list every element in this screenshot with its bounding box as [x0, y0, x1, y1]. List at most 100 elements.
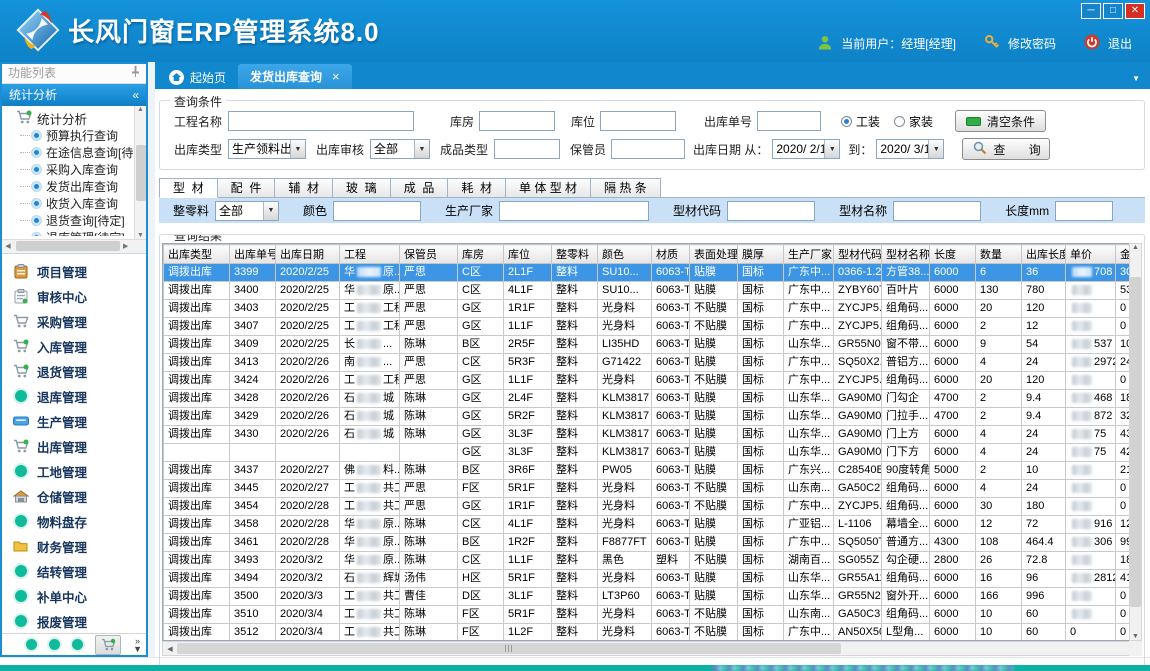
- sidebar-module-生产管理[interactable]: 生产管理: [2, 409, 146, 434]
- column-header[interactable]: 出库单号: [230, 245, 276, 264]
- radio-industrial[interactable]: 工装: [841, 113, 880, 130]
- tree-item[interactable]: 预算执行查询: [2, 127, 146, 144]
- column-header[interactable]: 工程: [340, 245, 400, 264]
- scroll-left-icon[interactable]: ◀: [163, 645, 177, 653]
- column-header[interactable]: 出库长度: [1022, 245, 1066, 264]
- table-row[interactable]: 调拨出库34132020/2/26南...严思C区5R3F整料G71422606…: [164, 354, 1141, 372]
- column-header[interactable]: 表面处理: [690, 245, 738, 264]
- column-header[interactable]: 型材名称: [882, 245, 930, 264]
- tree-item[interactable]: 发货出库查询: [2, 178, 146, 195]
- maximize-icon[interactable]: □: [1103, 3, 1123, 19]
- sidebar-module-采购管理[interactable]: 采购管理: [2, 309, 146, 334]
- scroll-up-icon[interactable]: ▲: [137, 106, 144, 113]
- minimize-icon[interactable]: ─: [1081, 3, 1101, 19]
- column-header[interactable]: 膜厚: [738, 245, 784, 264]
- material-tab[interactable]: 型 材: [159, 178, 218, 198]
- scrollbar-thumb[interactable]: [177, 643, 841, 654]
- filter-input[interactable]: [499, 201, 649, 221]
- tab-list-dropdown-icon[interactable]: ▼: [1132, 74, 1150, 89]
- tree-horizontal-scrollbar[interactable]: ◀ ▶: [2, 239, 146, 253]
- module-dot-icon[interactable]: [72, 639, 83, 650]
- tree-item[interactable]: 退货查询[待定]: [2, 212, 146, 229]
- material-tab[interactable]: 成 品: [390, 178, 449, 197]
- table-row[interactable]: 调拨出库34612020/2/28华原...陈琳B区1R2F整料F8877FT6…: [164, 534, 1141, 552]
- module-dot-icon[interactable]: [26, 639, 37, 650]
- column-header[interactable]: 型材代码: [834, 245, 882, 264]
- sidebar-module-仓储管理[interactable]: 仓储管理: [2, 484, 146, 509]
- table-row[interactable]: 调拨出库34282020/2/26石城陈琳G区2L4F整料KLM38176063…: [164, 390, 1141, 408]
- out-type-select[interactable]: 生产领料出库 ▼: [228, 139, 306, 159]
- sidebar-module-报废管理[interactable]: 报废管理: [2, 609, 146, 633]
- radio-home[interactable]: 家装: [894, 113, 933, 130]
- search-button[interactable]: 查 询: [962, 138, 1050, 160]
- scroll-right-icon[interactable]: ▶: [120, 242, 132, 250]
- sidebar-module-入库管理[interactable]: 入库管理: [2, 334, 146, 359]
- logout-button[interactable]: 退出: [1108, 35, 1132, 52]
- column-header[interactable]: 颜色: [598, 245, 652, 264]
- tree-item[interactable]: 退库管理[待定]: [2, 229, 146, 236]
- column-header[interactable]: 单价: [1066, 245, 1116, 264]
- material-tab[interactable]: 单 体 型 材: [505, 178, 591, 197]
- scrollbar-thumb[interactable]: [16, 241, 120, 251]
- collapse-icon[interactable]: «: [132, 84, 139, 106]
- filter-input[interactable]: [1055, 201, 1113, 221]
- sidebar-module-退货管理[interactable]: 退货管理: [2, 359, 146, 384]
- material-tab[interactable]: 辅 材: [274, 178, 333, 197]
- sidebar-module-审核中心[interactable]: 审核中心: [2, 284, 146, 309]
- material-tab[interactable]: 耗 材: [447, 178, 506, 197]
- sidebar-module-物料盘存[interactable]: 物料盘存: [2, 509, 146, 534]
- date-from-select[interactable]: 2020/ 2/16 ▼: [772, 139, 840, 159]
- close-icon[interactable]: ✕: [1125, 3, 1145, 19]
- filter-select[interactable]: 全部▼: [215, 201, 279, 221]
- column-header[interactable]: 出库类型: [164, 245, 230, 264]
- sidebar-module-财务管理[interactable]: 财务管理: [2, 534, 146, 559]
- audit-select[interactable]: 全部 ▼: [370, 139, 430, 159]
- warehouse-input[interactable]: [479, 111, 555, 131]
- filter-input[interactable]: [727, 201, 815, 221]
- column-header[interactable]: 库房: [458, 245, 504, 264]
- scroll-up-icon[interactable]: ▲: [1132, 244, 1139, 251]
- material-tab[interactable]: 玻 璃: [332, 178, 391, 197]
- tree-item[interactable]: 在途信息查询[待: [2, 144, 146, 161]
- clear-conditions-button[interactable]: 清空条件: [955, 110, 1046, 132]
- column-header[interactable]: 生产厂家: [784, 245, 834, 264]
- column-header[interactable]: 长度: [930, 245, 976, 264]
- sidebar-module-出库管理[interactable]: 出库管理: [2, 434, 146, 459]
- tree-root-statistics[interactable]: 统计分析: [2, 109, 146, 127]
- grid-horizontal-scrollbar[interactable]: ◀ ▶: [162, 641, 1140, 656]
- tab-shipping-outbound-query[interactable]: 发货出库查询 ×: [238, 64, 352, 89]
- table-row[interactable]: 调拨出库34542020/2/28工共工程严思G区1R1F整料光身料6063-T…: [164, 498, 1141, 516]
- table-row[interactable]: 调拨出库33992020/2/25华原...严思C区2L1F整料SU10...6…: [164, 264, 1141, 282]
- table-row[interactable]: 调拨出库34072020/2/25工工程严思G区1L1F整料光身料6063-T5…: [164, 318, 1141, 336]
- module-cart-button[interactable]: [95, 635, 121, 655]
- column-header[interactable]: 库位: [504, 245, 552, 264]
- table-row[interactable]: 调拨出库34292020/2/26石城陈琳G区5R2F整料KLM38176063…: [164, 408, 1141, 426]
- table-row[interactable]: 调拨出库34582020/2/28华原...陈琳C区4L1F整料光身料6063-…: [164, 516, 1141, 534]
- sidebar-module-补单中心[interactable]: 补单中心: [2, 584, 146, 609]
- scrollbar-thumb[interactable]: [1130, 277, 1141, 607]
- column-header[interactable]: 保管员: [400, 245, 458, 264]
- tree-item[interactable]: 采购入库查询: [2, 161, 146, 178]
- filter-input[interactable]: [333, 201, 421, 221]
- scrollbar-thumb[interactable]: [136, 145, 146, 201]
- table-row[interactable]: 调拨出库34002020/2/25华原...严思C区4L1F整料SU10...6…: [164, 282, 1141, 300]
- location-input[interactable]: [600, 111, 676, 131]
- column-header[interactable]: 整零料: [552, 245, 598, 264]
- sidebar-module-工地管理[interactable]: 工地管理: [2, 459, 146, 484]
- change-password-button[interactable]: 修改密码: [1008, 35, 1056, 52]
- table-row[interactable]: 调拨出库35102020/3/4工共工程陈琳F区5R1F整料光身料6063-T5…: [164, 606, 1141, 624]
- tab-close-icon[interactable]: ×: [332, 69, 340, 84]
- table-row[interactable]: 调拨出库34242020/2/26工工程严思G区1L1F整料光身料6063-T5…: [164, 372, 1141, 390]
- material-tab[interactable]: 配 件: [217, 178, 276, 197]
- product-type-input[interactable]: [494, 139, 560, 159]
- project-name-input[interactable]: [228, 111, 414, 131]
- table-row[interactable]: 调拨出库34932020/3/2华原...陈琳C区1L1F整料黑色塑料不贴膜国标…: [164, 552, 1141, 570]
- table-row[interactable]: 调拨出库34372020/2/27佛料...陈琳B区3R6F整料PW056063…: [164, 462, 1141, 480]
- table-row[interactable]: G区3L3F整料KLM38176063-T5贴膜国标山东华...GA90M09.…: [164, 444, 1141, 462]
- table-row[interactable]: 调拨出库34032020/2/25工工程严思G区1R1F整料光身料6063-T5…: [164, 300, 1141, 318]
- grid-vertical-scrollbar[interactable]: ▲ ▼: [1129, 243, 1142, 641]
- filter-input[interactable]: [893, 201, 981, 221]
- tab-home[interactable]: 起始页: [157, 65, 238, 89]
- pin-icon[interactable]: [131, 64, 140, 83]
- table-row[interactable]: 调拨出库35122020/3/4工共工程陈琳F区1L2F整料光身料6063-T5…: [164, 624, 1141, 642]
